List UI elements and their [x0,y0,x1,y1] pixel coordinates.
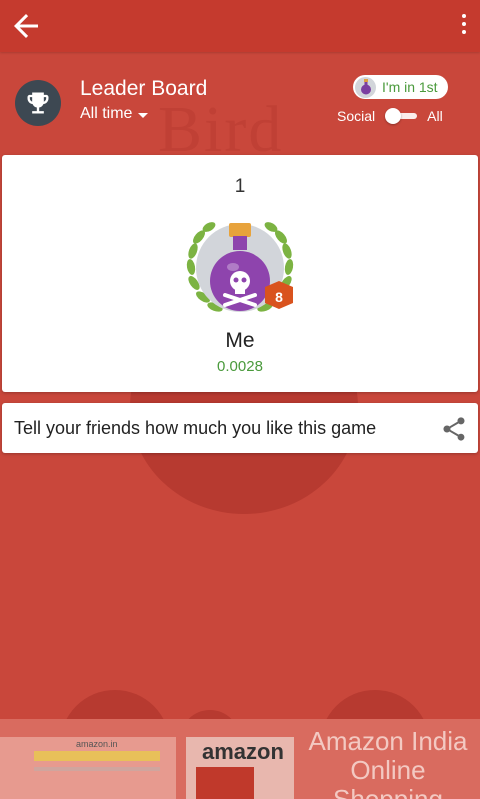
player-avatar[interactable]: 8 [185,215,309,321]
more-vert-icon [454,14,474,34]
page-title: Leader Board [80,77,208,100]
ad-hashtag-strip [34,751,160,761]
time-filter-label: All time [80,105,133,122]
leaderboard-header: Leader Board All time I'm in 1st Social … [0,52,480,152]
ad-text-lines [34,767,160,771]
top-app-bar [0,0,480,52]
social-all-toggle[interactable] [385,108,418,124]
shopping-cart-icon [196,767,254,799]
potion-icon [360,79,371,95]
player-rank: 1 [234,176,246,197]
player-name: Me [225,329,255,352]
my-rank-chip[interactable]: I'm in 1st [353,75,448,99]
trophy-icon [27,92,49,114]
back-button[interactable] [8,8,44,44]
back-arrow-icon [14,14,38,38]
player-avatar-image [186,222,294,312]
toggle-all-label: All [427,108,443,124]
social-all-toggle-row: Social All [337,108,443,124]
share-card[interactable]: Tell your friends how much you like this… [2,403,478,453]
ad-small-logo: amazon.in [76,739,118,749]
share-prompt-text: Tell your friends how much you like this… [14,418,377,438]
time-filter-dropdown[interactable]: All time [80,105,149,123]
ad-headline: Amazon India Online Shopping [308,726,468,799]
trophy-badge [15,80,61,126]
ad-screenshot-thumbnail: amazon.in [0,737,176,799]
dropdown-caret-icon [138,112,149,118]
share-button[interactable] [440,415,468,443]
chip-avatar [355,76,376,98]
rank-chip-label: I'm in 1st [382,79,438,95]
ad-banner[interactable]: amazon.in amazon Amazon India Online Sho… [0,719,480,799]
player-score: 0.0028 [217,358,263,375]
toggle-social-label: Social [337,108,376,124]
player-card[interactable]: 1 8 Me 0.0028 [2,155,478,392]
share-icon [443,417,465,441]
more-options-button[interactable] [454,10,474,42]
level-badge-label: 8 [275,289,283,305]
toggle-thumb [385,108,402,124]
ad-brand-logo: amazon [202,739,284,764]
